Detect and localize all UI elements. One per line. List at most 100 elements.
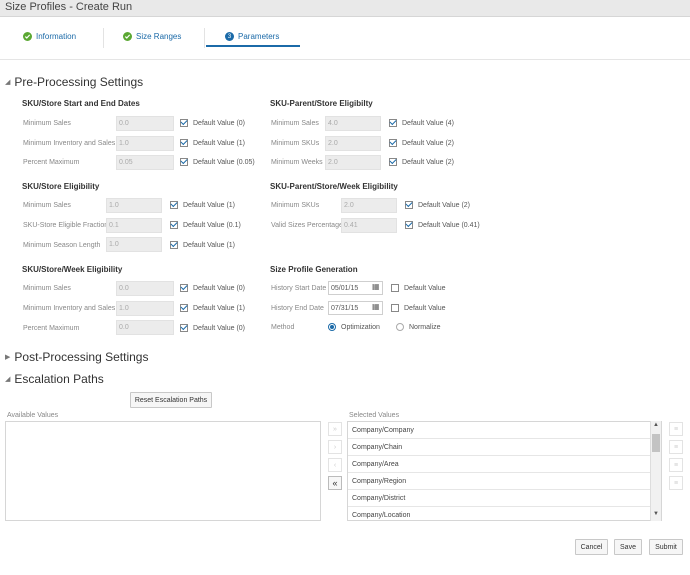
check-circle-icon [123,32,132,41]
group-title-parent-store: SKU-Parent/Store Eligibilty [270,99,373,108]
reset-escalation-paths-button[interactable]: Reset Escalation Paths [130,392,212,408]
submit-button[interactable]: Submit [649,539,683,555]
tab-parameters[interactable]: 3 Parameters [225,32,279,41]
list-item[interactable]: Company/Company [348,422,651,439]
checkbox-checked-icon [180,158,188,166]
list-item[interactable]: Company/Area [348,456,651,473]
default-checkbox[interactable]: Default Value (0) [180,324,245,332]
move-top-button[interactable]: ≡ [669,422,683,436]
default-checkbox[interactable]: Default Value (0) [180,284,245,292]
minimum-skus-input[interactable]: 2.0 [325,136,381,151]
scroll-thumb[interactable] [652,434,660,452]
minimum-skus-input[interactable]: 2.0 [341,198,397,213]
default-checkbox[interactable]: Default Value (1) [180,304,245,312]
default-checkbox[interactable]: Default Value (1) [170,241,235,249]
minimum-weeks-input[interactable]: 2.0 [325,155,381,170]
tab-separator [204,28,205,48]
checkbox-checked-icon [180,304,188,312]
default-checkbox[interactable]: Default Value (0.1) [170,221,241,229]
default-checkbox[interactable]: Default Value (0) [180,119,245,127]
default-checkbox[interactable]: Default Value (0.41) [405,221,480,229]
minimum-sales-input[interactable]: 0.0 [116,116,174,131]
radio-selected-icon [328,323,336,331]
cancel-button[interactable]: Cancel [575,539,608,555]
radio-normalize[interactable]: Normalize [396,323,441,331]
checkbox-checked-icon [170,201,178,209]
scroll-down-icon[interactable]: ▼ [653,511,659,517]
tab-size-ranges[interactable]: Size Ranges [123,32,181,41]
radio-unselected-icon [396,323,404,331]
field-label: Minimum Sales [23,285,71,292]
list-item[interactable]: Company/Location [348,507,651,520]
default-checkbox[interactable]: Default Value (2) [405,201,470,209]
calendar-icon[interactable]: ▦ [372,282,380,291]
min-inventory-sales-input[interactable]: 1.0 [116,301,174,316]
selected-list-scrollbar[interactable]: ▲ ▼ [650,421,661,521]
expanded-triangle-icon: ◢ [5,79,11,86]
calendar-icon[interactable]: ▦ [372,302,380,311]
min-season-length-input[interactable]: 1.0 [106,237,162,252]
radio-optimization[interactable]: Optimization [328,323,380,331]
default-checkbox[interactable]: Default Value (1) [170,201,235,209]
move-right-button[interactable]: › [328,440,342,454]
checkbox-checked-icon [389,158,397,166]
group-title-sku-store-week: SKU/Store/Week Eligibility [22,265,123,274]
available-values-list[interactable] [5,421,321,521]
default-checkbox[interactable]: Default Value (2) [389,158,454,166]
tab-information[interactable]: Information [23,32,76,41]
group-title-parent-store-week: SKU-Parent/Store/Week Eligibility [270,182,398,191]
default-checkbox[interactable]: Default Value (1) [180,139,245,147]
move-all-left-button[interactable]: « [328,476,342,490]
save-button[interactable]: Save [614,539,642,555]
percent-maximum-input[interactable]: 0.0 [116,320,174,335]
move-left-button[interactable]: ‹ [328,458,342,472]
escalation-paths-header[interactable]: ◢ Escalation Paths [5,372,104,386]
default-checkbox[interactable]: Default Value (4) [389,119,454,127]
move-bottom-button[interactable]: ≡ [669,476,683,490]
default-checkbox[interactable]: Default Value [391,304,446,312]
move-up-button[interactable]: ≡ [669,440,683,454]
history-end-label: History End Date [271,305,324,312]
field-label: Minimum Inventory and Sales [23,305,116,312]
title-bar: Size Profiles - Create Run [0,0,690,17]
checkbox-unchecked-icon [391,284,399,292]
group-title-start-end: SKU/Store Start and End Dates [22,99,140,108]
checkbox-checked-icon [389,119,397,127]
move-down-button[interactable]: ≡ [669,458,683,472]
field-label: Minimum Sales [23,202,71,209]
minimum-sales-input[interactable]: 1.0 [106,198,162,213]
post-processing-header[interactable]: ▶ Post-Processing Settings [5,350,148,364]
minimum-sales-input[interactable]: 4.0 [325,116,381,131]
checkbox-checked-icon [180,284,188,292]
min-inventory-sales-input[interactable]: 1.0 [116,136,174,151]
selected-values-list[interactable]: Company/Company Company/Chain Company/Ar… [347,421,662,521]
move-all-right-button[interactable]: » [328,422,342,436]
history-start-label: History Start Date [271,285,327,292]
pre-processing-header[interactable]: ◢ Pre-Processing Settings [5,75,143,89]
eligible-fraction-input[interactable]: 0.1 [106,218,162,233]
tab-separator [103,28,104,48]
window-title: Size Profiles - Create Run [5,1,133,13]
field-label: Percent Maximum [23,159,80,166]
list-item[interactable]: Company/Chain [348,439,651,456]
group-title-sku-store: SKU/Store Eligibility [22,182,100,191]
default-checkbox[interactable]: Default Value (0.05) [180,158,255,166]
list-item[interactable]: Company/Region [348,473,651,490]
valid-sizes-percentage-input[interactable]: 0.41 [341,218,397,233]
list-item[interactable]: Company/District [348,490,651,507]
field-label: Minimum Sales [271,120,319,127]
collapsed-triangle-icon: ▶ [5,354,11,361]
active-tab-indicator [206,45,300,47]
minimum-sales-input[interactable]: 0.0 [116,281,174,296]
field-label: Minimum Inventory and Sales [23,140,116,147]
default-checkbox[interactable]: Default Value [391,284,446,292]
expanded-triangle-icon: ◢ [5,376,11,383]
field-label: SKU-Store Eligible Fraction [23,222,109,229]
step-number-badge: 3 [225,32,234,41]
default-checkbox[interactable]: Default Value (2) [389,139,454,147]
checkbox-checked-icon [405,201,413,209]
check-circle-icon [23,32,32,41]
field-label: Percent Maximum [23,325,80,332]
scroll-up-icon[interactable]: ▲ [653,422,659,428]
percent-maximum-input[interactable]: 0.05 [116,155,174,170]
